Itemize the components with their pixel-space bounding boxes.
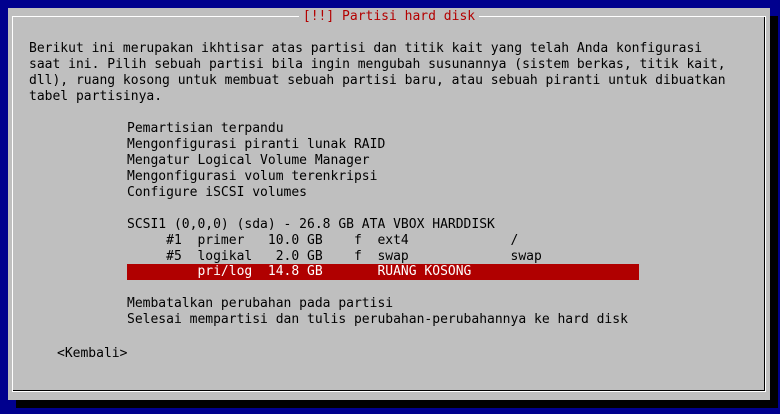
description-line: dll), ruang kosong untuk membuat sebuah … [29,73,726,88]
description-line: tabel partisinya. [29,89,163,104]
menu-item-iscsi-volumes[interactable]: Configure iSCSI volumes [127,185,307,201]
back-button[interactable]: <Kembali> [57,346,127,362]
dialog-shadow-right [770,16,778,408]
menu-item-configure-raid[interactable]: Mengonfigurasi piranti lunak RAID [127,137,385,153]
dialog-title: [!!] Partisi hard disk [298,8,480,25]
installer-screen: [!!] Partisi hard disk Berikut ini merup… [0,0,780,414]
dialog-shadow-bottom [16,400,778,408]
menu-item-guided-partitioning[interactable]: Pemartisian terpandu [127,121,284,137]
menu-item-configure-lvm[interactable]: Mengatur Logical Volume Manager [127,153,370,169]
menu-item-undo-changes[interactable]: Membatalkan perubahan pada partisi [127,296,393,312]
description-line: Berikut ini merupakan ikhtisar atas part… [29,41,703,56]
partition-row[interactable]: #1 primer 10.0 GB f ext4 / [127,233,518,249]
description-line: saat ini. Pilih sebuah partisi bila ingi… [29,57,726,72]
dialog-title-bar: [!!] Partisi hard disk [8,8,770,25]
partition-row[interactable]: #5 logikal 2.0 GB f swap swap [127,249,542,265]
partition-dialog: [!!] Partisi hard disk Berikut ini merup… [8,8,770,400]
partition-row-free-space-selected[interactable]: pri/log 14.8 GB RUANG KOSONG [127,264,471,280]
disk-entry[interactable]: SCSI1 (0,0,0) (sda) - 26.8 GB ATA VBOX H… [127,217,495,233]
menu-item-finish-partitioning[interactable]: Selesai mempartisi dan tulis perubahan-p… [127,312,628,328]
menu-item-encrypted-volumes[interactable]: Mengonfigurasi volum terenkripsi [127,169,377,185]
